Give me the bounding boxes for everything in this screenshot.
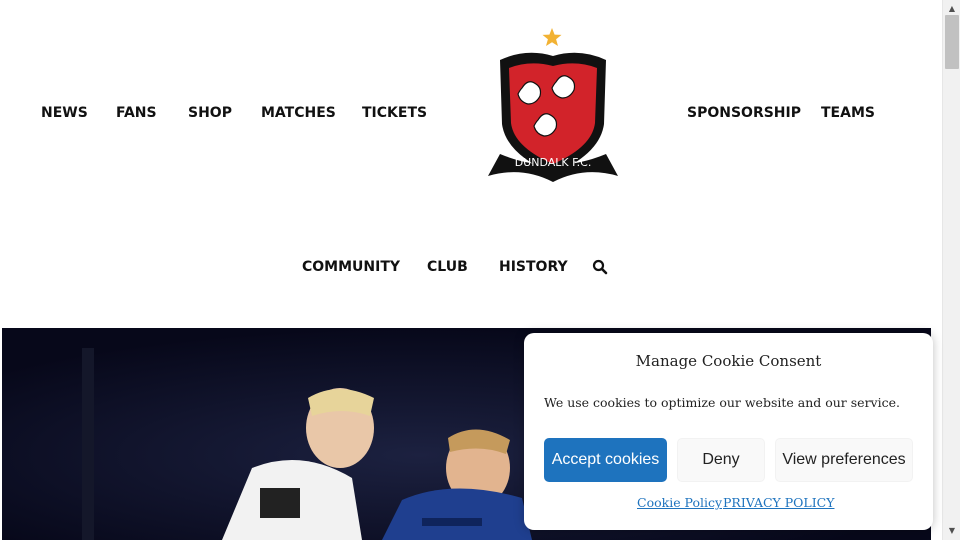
nav-news[interactable]: NEWS bbox=[41, 104, 88, 122]
nav-history[interactable]: HISTORY bbox=[499, 258, 568, 276]
deny-cookies-button[interactable]: Deny bbox=[677, 438, 765, 482]
cookie-policy-link[interactable]: Cookie Policy bbox=[637, 495, 722, 510]
nav-teams[interactable]: TEAMS bbox=[821, 104, 875, 122]
accept-cookies-button[interactable]: Accept cookies bbox=[544, 438, 667, 482]
nav-club[interactable]: CLUB bbox=[427, 258, 468, 276]
nav-sponsorship[interactable]: SPONSORSHIP bbox=[687, 104, 801, 122]
club-crest-logo[interactable]: DUNDALK F.C. bbox=[484, 26, 622, 188]
cookie-consent-dialog: Manage Cookie Consent We use cookies to … bbox=[524, 333, 933, 530]
cookie-consent-message: We use cookies to optimize our website a… bbox=[544, 395, 900, 410]
scroll-up-arrow-icon[interactable]: ▲ bbox=[943, 2, 960, 16]
club-crest-graphic: DUNDALK F.C. bbox=[488, 28, 618, 182]
star-icon bbox=[542, 28, 562, 46]
search-icon bbox=[592, 259, 608, 275]
search-button[interactable] bbox=[592, 259, 608, 275]
nav-matches[interactable]: MATCHES bbox=[261, 104, 336, 122]
crest-banner-text: DUNDALK F.C. bbox=[515, 156, 592, 169]
nav-tickets[interactable]: TICKETS bbox=[362, 104, 427, 122]
scrollbar-thumb[interactable] bbox=[945, 15, 959, 69]
page-scrollbar[interactable]: ▲ ▼ bbox=[942, 0, 960, 540]
scroll-down-arrow-icon[interactable]: ▼ bbox=[943, 524, 960, 538]
nav-shop[interactable]: SHOP bbox=[188, 104, 232, 122]
cookie-consent-title: Manage Cookie Consent bbox=[635, 352, 822, 370]
privacy-policy-link[interactable]: PRIVACY POLICY bbox=[723, 495, 834, 510]
view-preferences-button[interactable]: View preferences bbox=[775, 438, 913, 482]
nav-community[interactable]: COMMUNITY bbox=[302, 258, 400, 276]
nav-fans[interactable]: FANS bbox=[116, 104, 157, 122]
